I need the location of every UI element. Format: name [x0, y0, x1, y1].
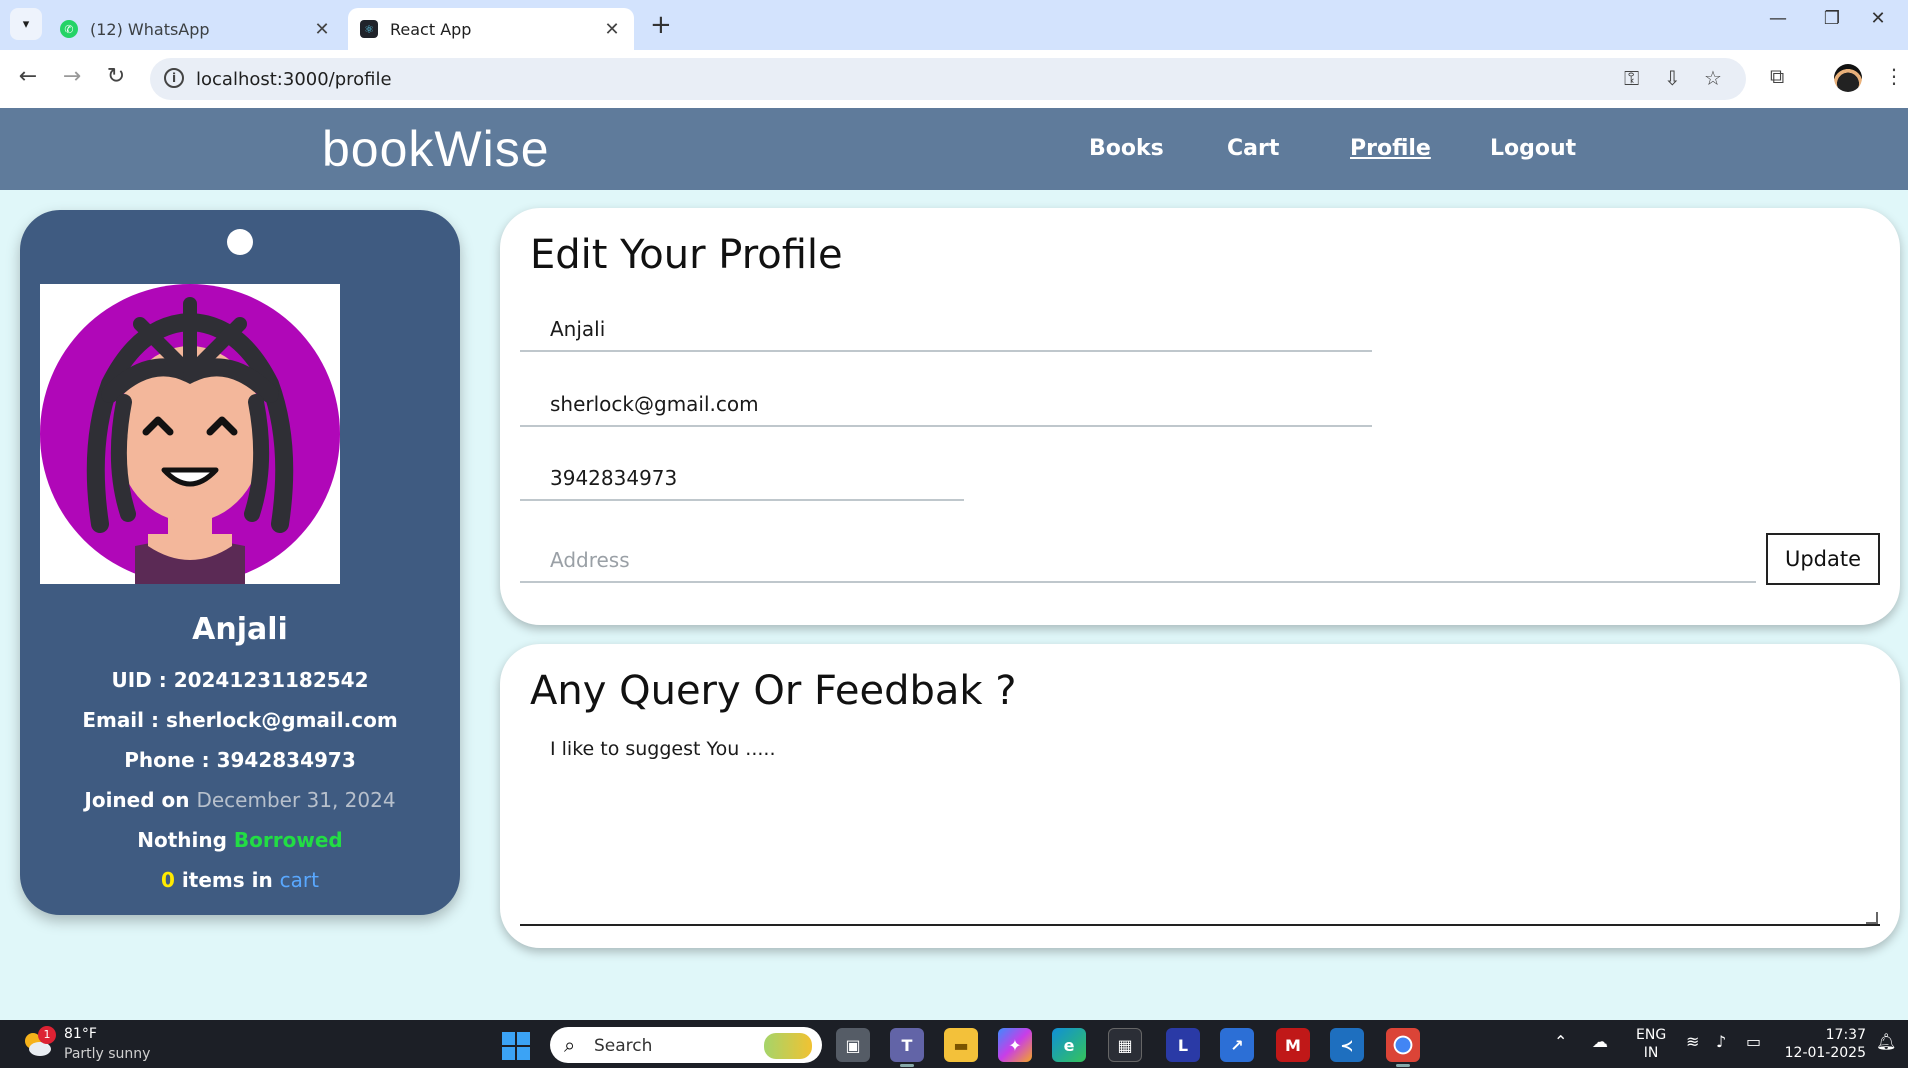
- joined-label: Joined on: [84, 788, 197, 812]
- profile-name: Anjali: [192, 612, 288, 647]
- browser-tab-strip: ▾ ✆ (12) WhatsApp ✕ ⚛ React App ✕ + — ❐ …: [0, 0, 1908, 50]
- profile-uid: UID : 20241231182542: [20, 668, 460, 692]
- chrome-icon[interactable]: [1386, 1028, 1420, 1067]
- extensions-icon[interactable]: ⧉: [1770, 64, 1784, 88]
- tab-search-button[interactable]: ▾: [10, 8, 42, 40]
- volume-icon[interactable]: ♪: [1716, 1032, 1726, 1051]
- app-l-icon[interactable]: L: [1166, 1028, 1200, 1062]
- nav-logout[interactable]: Logout: [1490, 136, 1576, 161]
- menu-dots-icon[interactable]: ⋮: [1884, 64, 1904, 88]
- uid-value: 20241231182542: [173, 668, 369, 692]
- restore-icon[interactable]: ❐: [1812, 8, 1852, 29]
- install-app-icon[interactable]: ⇩: [1664, 66, 1681, 90]
- close-tab-icon[interactable]: ✕: [602, 19, 622, 40]
- url-text[interactable]: localhost:3000/profile: [196, 69, 392, 90]
- new-tab-button[interactable]: +: [650, 10, 672, 40]
- vscode-icon[interactable]: ≺: [1330, 1028, 1364, 1062]
- nav-books[interactable]: Books: [1089, 136, 1164, 161]
- resize-handle-icon[interactable]: [1866, 912, 1878, 924]
- notification-bell-icon[interactable]: 🔔︎: [1876, 1032, 1896, 1051]
- clock[interactable]: 17:37 12-01-2025: [1784, 1026, 1866, 1062]
- notification-badge: 1: [38, 1026, 56, 1044]
- email-label: Email :: [82, 708, 166, 732]
- search-highlight-icon: [764, 1033, 812, 1059]
- tray-overflow-icon[interactable]: ⌃: [1554, 1032, 1567, 1051]
- feedback-textarea[interactable]: I like to suggest You .....: [520, 724, 1880, 926]
- react-icon: ⚛: [360, 20, 378, 38]
- back-icon[interactable]: ←: [12, 64, 44, 89]
- lang-code: ENG: [1636, 1027, 1667, 1043]
- minimize-icon[interactable]: —: [1758, 8, 1798, 29]
- update-button[interactable]: Update: [1766, 533, 1880, 585]
- profile-email: Email : sherlock@gmail.com: [20, 708, 460, 732]
- edit-profile-title: Edit Your Profile: [530, 232, 843, 278]
- search-label: Search: [594, 1036, 653, 1056]
- bookmark-star-icon[interactable]: ☆: [1704, 66, 1722, 90]
- cart-count: 0: [161, 868, 175, 892]
- phone-value: 3942834973: [216, 748, 356, 772]
- profile-borrowed: Nothing Borrowed: [20, 828, 460, 852]
- joined-date: December 31, 2024: [196, 788, 396, 812]
- browser-toolbar: ← → ↻ i localhost:3000/profile ⚿ ⇩ ☆ ⧉ ⋮: [0, 50, 1908, 108]
- clock-time: 17:37: [1825, 1027, 1866, 1043]
- uid-label: UID :: [111, 668, 174, 692]
- phone-label: Phone :: [124, 748, 217, 772]
- file-explorer-icon[interactable]: ▬: [944, 1028, 978, 1062]
- close-window-icon[interactable]: ✕: [1858, 8, 1898, 29]
- card-punch-hole: [227, 229, 253, 255]
- app-header: bookWise Books Cart Profile Logout: [0, 108, 1908, 190]
- windows-taskbar: 1 81°F Partly sunny ⌕ Search ▣ T ▬ ✦ e ▦…: [0, 1020, 1908, 1068]
- tab-whatsapp[interactable]: ✆ (12) WhatsApp ✕: [48, 8, 344, 50]
- windows-start-icon[interactable]: [502, 1032, 530, 1060]
- tab-title: React App: [390, 19, 472, 39]
- edge-icon[interactable]: e: [1052, 1028, 1086, 1062]
- close-tab-icon[interactable]: ✕: [312, 19, 332, 40]
- search-icon: ⌕: [564, 1033, 576, 1057]
- battery-icon[interactable]: ▭: [1746, 1032, 1761, 1051]
- weather-temperature[interactable]: 81°F: [64, 1026, 97, 1042]
- app-arrow-icon[interactable]: ↗: [1220, 1028, 1254, 1062]
- copilot-icon[interactable]: ✦: [998, 1028, 1032, 1062]
- language-indicator[interactable]: ENG IN: [1636, 1026, 1666, 1062]
- edit-profile-panel: Edit Your Profile Update: [500, 208, 1900, 625]
- tab-react-app[interactable]: ⚛ React App ✕: [348, 8, 634, 50]
- cart-link[interactable]: cart: [280, 868, 319, 892]
- address-bar[interactable]: i localhost:3000/profile ⚿ ⇩ ☆: [150, 58, 1746, 100]
- weather-description[interactable]: Partly sunny: [64, 1046, 150, 1062]
- email-field[interactable]: [520, 383, 1372, 427]
- lang-region: IN: [1643, 1045, 1659, 1061]
- task-view-icon[interactable]: ▣: [836, 1028, 870, 1062]
- nav-cart[interactable]: Cart: [1227, 136, 1279, 161]
- profile-phone: Phone : 3942834973: [20, 748, 460, 772]
- profile-joined: Joined on December 31, 2024: [20, 788, 460, 812]
- profile-cart: 0 items in cart: [20, 868, 460, 892]
- phone-field[interactable]: [520, 457, 964, 501]
- onedrive-icon[interactable]: ☁: [1592, 1032, 1608, 1051]
- profile-avatar-icon[interactable]: [1834, 64, 1862, 92]
- teams-icon[interactable]: T: [890, 1028, 924, 1067]
- password-key-icon[interactable]: ⚿: [1624, 66, 1639, 90]
- mcafee-icon[interactable]: M: [1276, 1028, 1310, 1062]
- nav-profile[interactable]: Profile: [1350, 136, 1431, 161]
- address-field[interactable]: [520, 539, 1756, 583]
- user-avatar: [40, 284, 340, 584]
- email-value: sherlock@gmail.com: [165, 708, 398, 732]
- forward-icon[interactable]: →: [56, 64, 88, 89]
- borrow-status: Borrowed: [233, 828, 343, 852]
- borrow-prefix: Nothing: [137, 828, 234, 852]
- brand-logo[interactable]: bookWise: [322, 120, 550, 178]
- feedback-title: Any Query Or Feedbak ?: [530, 668, 1017, 714]
- clock-date: 12-01-2025: [1784, 1045, 1866, 1061]
- tab-title: (12) WhatsApp: [90, 19, 210, 39]
- whatsapp-icon: ✆: [60, 20, 78, 38]
- store-icon[interactable]: ▦: [1108, 1028, 1142, 1062]
- cart-mid-text: items in: [174, 868, 280, 892]
- feedback-panel: Any Query Or Feedbak ? I like to suggest…: [500, 644, 1900, 948]
- wifi-icon[interactable]: ≋: [1686, 1032, 1699, 1051]
- taskbar-search[interactable]: ⌕ Search: [550, 1027, 822, 1063]
- profile-card: Anjali UID : 20241231182542 Email : sher…: [20, 210, 460, 915]
- reload-icon[interactable]: ↻: [100, 64, 132, 89]
- site-info-icon[interactable]: i: [164, 68, 184, 88]
- name-field[interactable]: [520, 308, 1372, 352]
